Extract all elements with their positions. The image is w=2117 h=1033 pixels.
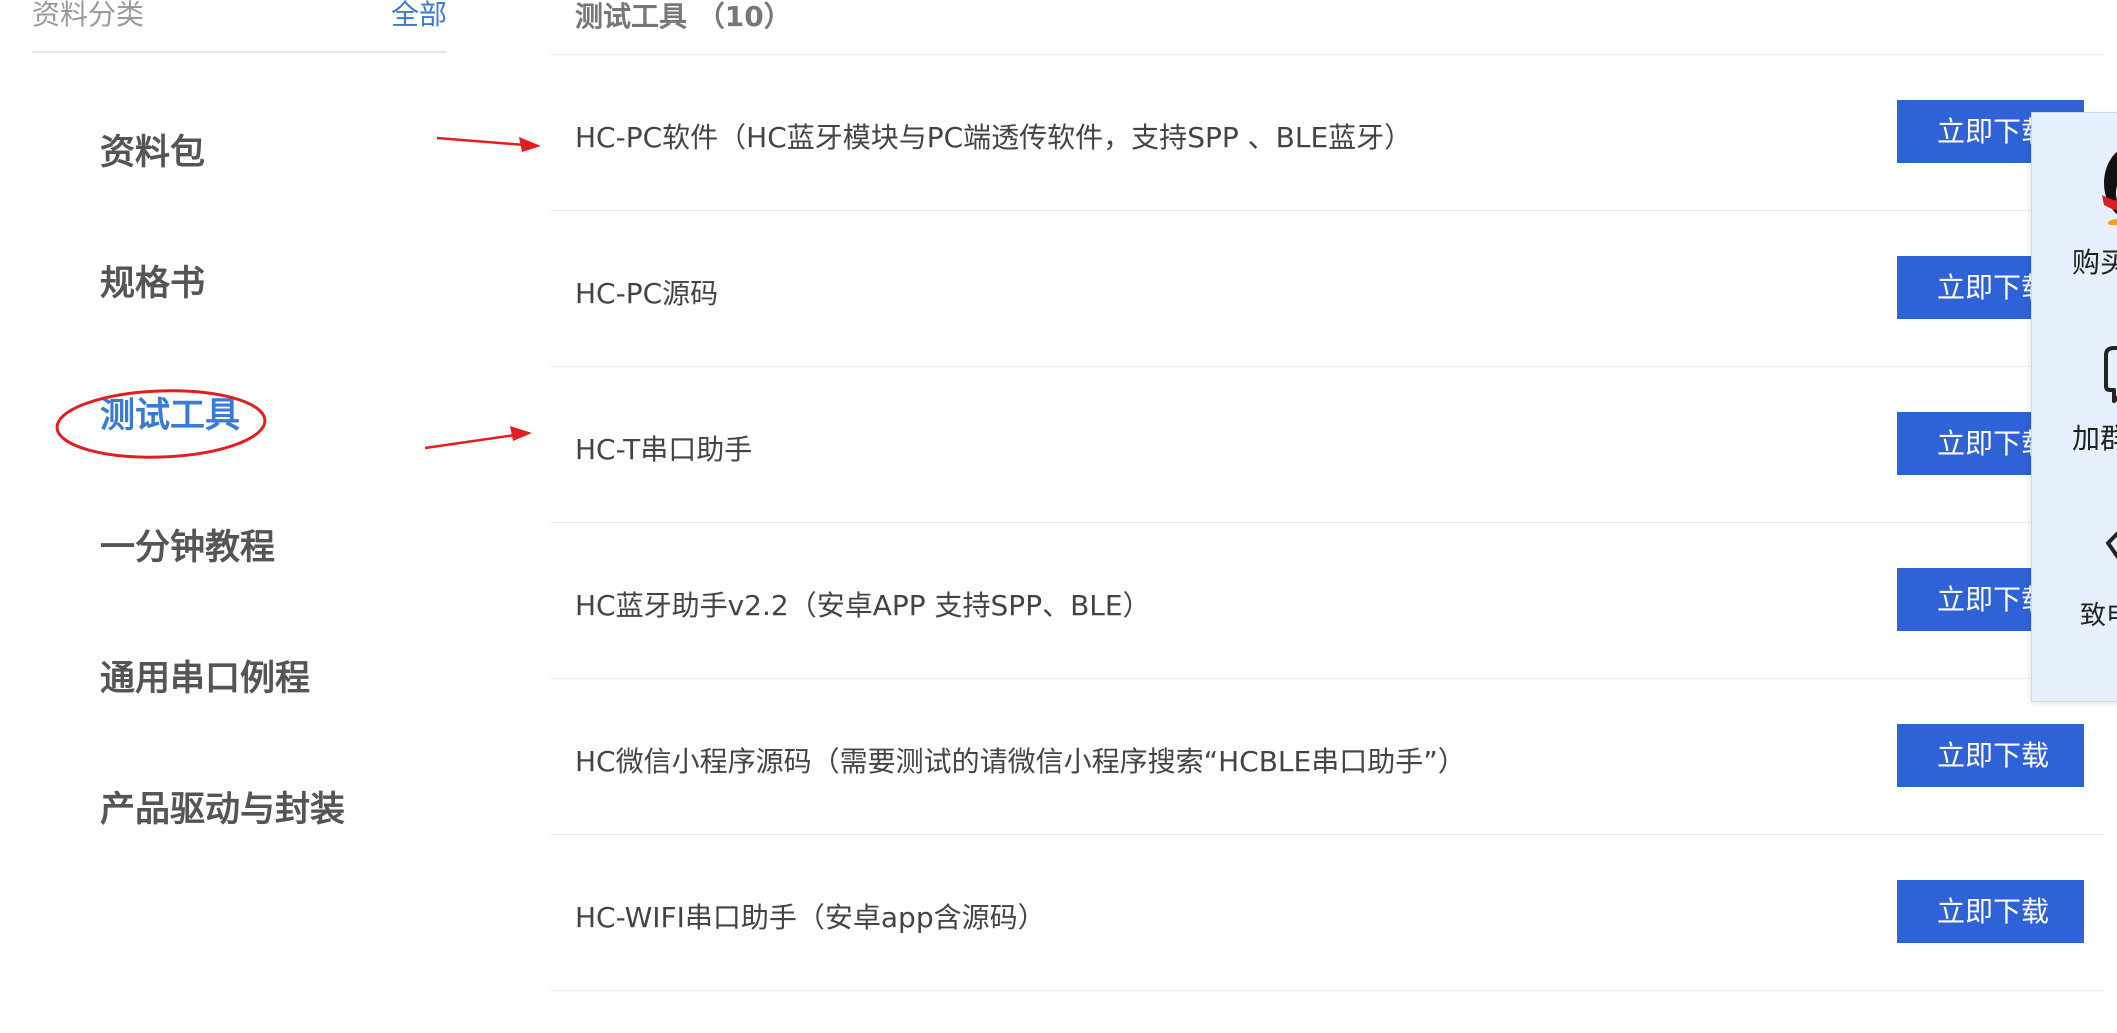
item-name: HC蓝牙助手v2.2（安卓APP 支持SPP、BLE） — [575, 589, 1151, 622]
all-categories-link[interactable]: 全部 — [391, 0, 447, 30]
item-name: HC-PC源码 — [575, 277, 719, 310]
buy-qq-button[interactable]: 购买 — [2032, 113, 2117, 303]
item-name: HC-PC软件（HC蓝牙模块与PC端透传软件，支持SPP 、BLE蓝牙） — [575, 121, 1413, 154]
divider — [550, 366, 2105, 367]
phone-icon — [2106, 531, 2117, 560]
call-button[interactable]: 致电 — [2032, 463, 2117, 701]
divider — [550, 834, 2105, 835]
annotation-arrow — [436, 136, 541, 152]
join-group-button[interactable]: 加群 — [2032, 303, 2117, 463]
category-item-test-tools[interactable]: 测试工具 — [100, 387, 240, 438]
category-item-one-minute-tutorial[interactable]: 一分钟教程 — [100, 519, 275, 570]
divider — [550, 678, 2105, 679]
item-name: HC微信小程序源码（需要测试的请微信小程序搜索“HCBLE串口助手”） — [575, 745, 1466, 778]
category-item-spec-sheet[interactable]: 规格书 — [100, 255, 205, 306]
floating-contact-panel: 购买 加群 致电 — [2031, 112, 2117, 702]
download-button[interactable]: 立即下载 — [1897, 880, 2084, 943]
item-name: HC-WIFI串口助手（安卓app含源码） — [575, 901, 1046, 934]
divider — [550, 522, 2105, 523]
category-item-data-pack[interactable]: 资料包 — [100, 124, 205, 175]
buy-label: 购买 — [2072, 246, 2117, 279]
divider — [550, 210, 2105, 211]
download-button[interactable]: 立即下载 — [1897, 724, 2084, 787]
category-header: 资料分类 全部 — [32, 0, 447, 53]
section-title: 测试工具 （10） — [575, 0, 792, 33]
annotation-arrow — [424, 426, 532, 450]
divider — [550, 54, 2105, 55]
call-label: 致电 — [2080, 601, 2117, 631]
category-item-drivers-packages[interactable]: 产品驱动与封装 — [100, 781, 345, 832]
divider — [550, 990, 2105, 991]
category-item-serial-examples[interactable]: 通用串口例程 — [100, 650, 310, 701]
qq-penguin-icon — [2102, 151, 2117, 225]
join-group-label: 加群 — [2072, 422, 2117, 455]
category-header-title: 资料分类 — [32, 0, 145, 31]
chat-bubble-icon — [2104, 346, 2117, 403]
item-name: HC-T串口助手 — [575, 433, 753, 466]
